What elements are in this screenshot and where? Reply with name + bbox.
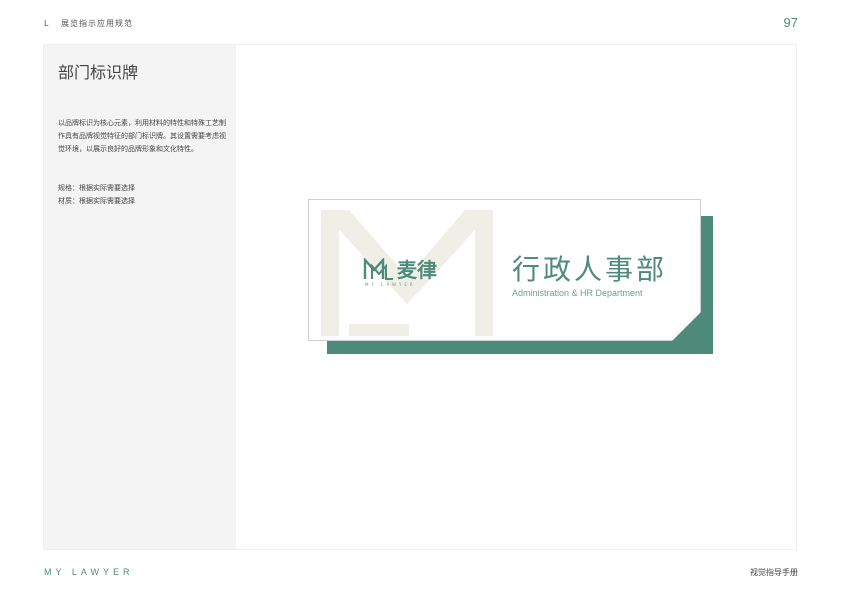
content-frame: 部门标识牌 以品牌标识为核心元素，利用材料的特性和特殊工艺制作具有品牌视觉特征的…	[44, 45, 796, 549]
spec-size: 规格：根据实际需要选择	[58, 184, 135, 192]
spec-material: 材质：根据实际需要选择	[58, 197, 135, 205]
department-name-cn: 行政人事部	[512, 253, 668, 286]
sign-corner-accent	[672, 311, 702, 341]
page-number: 97	[783, 15, 798, 30]
footer-brand: MY LAWYER	[44, 567, 134, 577]
sidebar: 部门标识牌 以品牌标识为核心元素，利用材料的特性和特殊工艺制作具有品牌视觉特征的…	[44, 45, 236, 549]
header-section: L 展览指示应用规范	[44, 18, 133, 29]
brand-name-en: MY LAWYER	[365, 282, 416, 287]
brand-name-cn: 麦律	[397, 258, 437, 282]
spec-list: 规格：根据实际需要选择 材质：根据实际需要选择	[58, 182, 135, 208]
sidebar-title: 部门标识牌	[58, 63, 139, 82]
sidebar-description: 以品牌标识为核心元素，利用材料的特性和特殊工艺制作具有品牌视觉特征的部门标识牌。…	[58, 119, 226, 153]
logo-m-icon	[363, 258, 393, 280]
header-mark: L	[44, 19, 50, 28]
header-section-title: 展览指示应用规范	[61, 19, 134, 28]
footer-manual-title: 视觉指导手册	[750, 568, 798, 577]
department-name-en: Administration & HR Department	[512, 288, 643, 298]
department-sign: 麦律 MY LAWYER 行政人事部 Administration & HR D…	[308, 199, 714, 355]
sign-face: 麦律 MY LAWYER 行政人事部 Administration & HR D…	[308, 199, 701, 341]
